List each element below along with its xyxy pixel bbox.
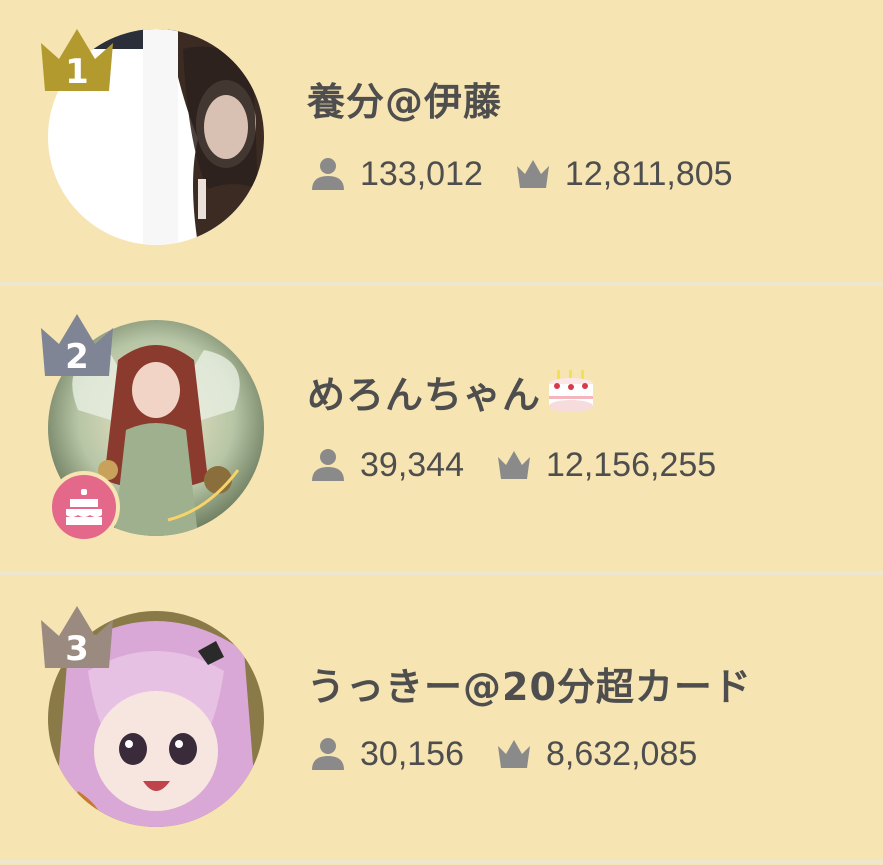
ranking-list: 1 養分@伊藤 133,012 12,811,805 2 めろんちゃん 39,3… <box>0 0 883 865</box>
rank-crown: 1 <box>37 25 117 95</box>
birthday-cake-icon <box>66 489 102 525</box>
row-divider <box>0 571 883 575</box>
user-name-text: めろんちゃん <box>307 373 542 417</box>
rank-crown: 2 <box>37 310 117 380</box>
crown-small-icon <box>498 740 530 768</box>
rank-crown: 3 <box>37 602 117 672</box>
user-stats: 133,012 12,811,805 <box>310 152 765 196</box>
user-stats: 30,156 8,632,085 <box>310 732 729 776</box>
user-name[interactable]: 養分@伊藤 <box>307 78 502 126</box>
followers-count: 30,156 <box>360 734 464 773</box>
user-name[interactable]: めろんちゃん <box>307 368 597 419</box>
followers-count: 39,344 <box>360 445 464 484</box>
row-divider <box>0 860 883 864</box>
followers-count: 133,012 <box>360 154 483 193</box>
points-count: 12,811,805 <box>564 154 733 193</box>
person-icon <box>312 449 344 481</box>
points-count: 8,632,085 <box>546 734 698 773</box>
ranking-row-3[interactable]: 3 うっきー@20分超カード 30,156 8,632,085 <box>0 576 883 859</box>
ranking-row-1[interactable]: 1 養分@伊藤 133,012 12,811,805 <box>0 0 883 283</box>
person-icon <box>312 158 344 190</box>
ranking-row-2[interactable]: 2 めろんちゃん 39,344 12,156,255 <box>0 286 883 569</box>
birthday-badge <box>48 471 120 543</box>
user-stats: 39,344 12,156,255 <box>310 443 748 487</box>
birthday-cake-icon <box>549 370 594 412</box>
person-icon <box>312 738 344 770</box>
crown-small-icon <box>498 451 530 479</box>
crown-small-icon <box>516 160 549 188</box>
user-name[interactable]: うっきー@20分超カード <box>307 663 752 711</box>
rank-number: 1 <box>65 52 89 92</box>
points-count: 12,156,255 <box>546 445 717 484</box>
rank-number: 2 <box>65 337 89 377</box>
rank-number: 3 <box>65 629 89 669</box>
